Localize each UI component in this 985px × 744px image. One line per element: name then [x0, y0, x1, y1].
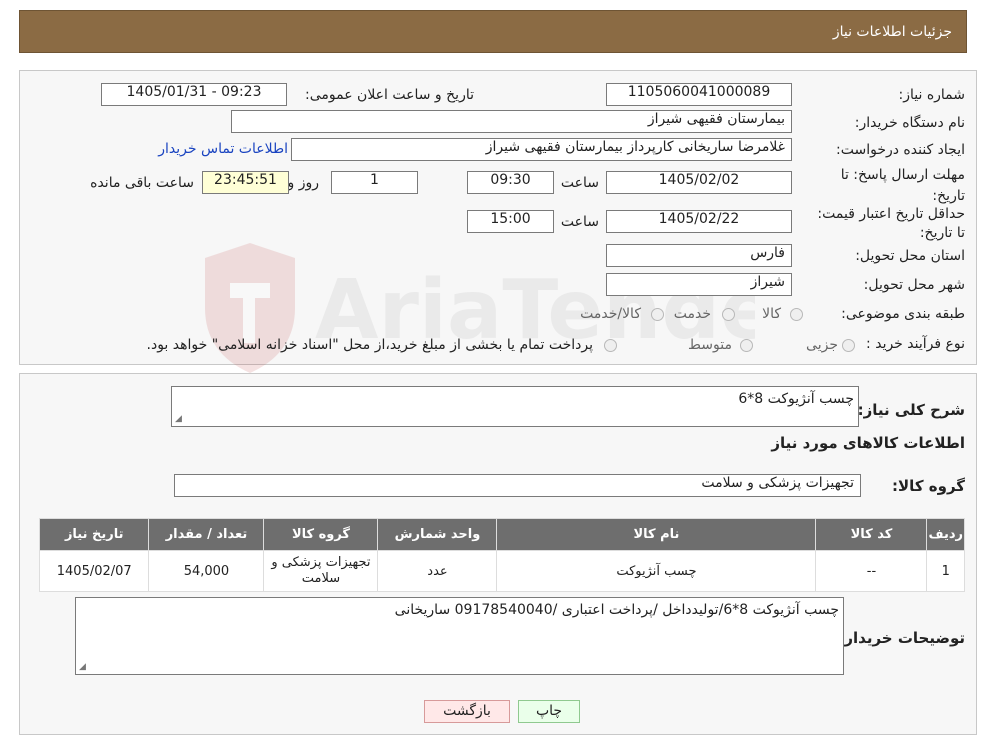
items-table: ردیف کد کالا نام کالا واحد شمارش گروه کا…	[38, 518, 965, 592]
summary-label: شرح کلی نیاز:	[857, 401, 965, 419]
page-header: جزئیات اطلاعات نیاز	[19, 10, 967, 53]
buyer-notes-label: توضیحات خریدار:	[838, 629, 965, 647]
print-button[interactable]: چاپ	[518, 700, 580, 723]
announce-field: 1405/01/31 - 09:23	[101, 83, 287, 106]
cell-code: --	[815, 550, 928, 592]
price-validity-label: حداقل تاریخ اعتبار قیمت: تا تاریخ:	[817, 206, 965, 241]
days-field: 1	[331, 171, 418, 194]
city-field: شیراز	[606, 273, 792, 296]
creator-field: غلامرضا ساریخانی کارپرداز بیمارستان فقیه…	[291, 138, 792, 161]
validity-time-field: 15:00	[467, 210, 554, 233]
cell-name: چسب آنژیوکت	[496, 550, 817, 592]
category-label: طبقه بندی موضوعی:	[841, 306, 965, 322]
cell-unit: عدد	[377, 550, 498, 592]
summary-textarea[interactable]: چسب آنژیوکت 8*6 ◢	[171, 386, 859, 427]
province-label: استان محل تحویل:	[855, 248, 965, 264]
buyer-org-label: نام دستگاه خریدار:	[854, 115, 965, 131]
announce-label: تاریخ و ساعت اعلان عمومی:	[305, 87, 474, 103]
process-type-label: نوع فرآیند خرید :	[866, 336, 965, 352]
category-radio-service[interactable]	[722, 308, 735, 321]
buyer-notes-textarea[interactable]: چسب آنژیوکت 8*6/تولیدداخل /پرداخت اعتبار…	[75, 597, 844, 675]
items-heading: اطلاعات کالاهای مورد نیاز	[771, 434, 965, 452]
category-radio-goods[interactable]	[790, 308, 803, 321]
resize-grip-icon[interactable]: ◢	[79, 662, 86, 672]
reply-deadline-label: مهلت ارسال پاسخ: تا تاریخ:	[840, 167, 965, 204]
remaining-time-field: 23:45:51	[202, 171, 289, 194]
category-radio-goods-service[interactable]	[651, 308, 664, 321]
table-header-row: ردیف کد کالا نام کالا واحد شمارش گروه کا…	[38, 518, 965, 551]
cell-row: 1	[926, 550, 965, 592]
back-button[interactable]: بازگشت	[424, 700, 510, 723]
cell-date: 1405/02/07	[38, 550, 150, 592]
remaining-time-label: ساعت باقی مانده	[90, 175, 194, 191]
city-label: شهر محل تحویل:	[863, 277, 965, 293]
cell-quantity: 54,000	[148, 550, 265, 592]
col-name: نام کالا	[496, 518, 817, 551]
category-option-goods: کالا	[762, 306, 781, 322]
col-code: کد کالا	[815, 518, 928, 551]
process-radio-medium[interactable]	[740, 339, 753, 352]
group-field: تجهیزات پزشکی و سلامت	[174, 474, 861, 497]
need-number-label: شماره نیاز:	[898, 87, 966, 103]
days-label: روز و	[287, 175, 320, 191]
reply-time-field: 09:30	[467, 171, 554, 194]
buyer-org-field: بیمارستان فقیهی شیراز	[231, 110, 792, 133]
table-row: 1 -- چسب آنژیوکت عدد تجهیزات پزشکی و سلا…	[38, 550, 965, 592]
process-radio-minor[interactable]	[842, 339, 855, 352]
process-note: پرداخت تمام یا بخشی از مبلغ خرید،از محل …	[146, 337, 593, 353]
col-row: ردیف	[926, 518, 965, 551]
col-quantity: تعداد / مقدار	[148, 518, 265, 551]
category-option-goods-service: کالا/خدمت	[580, 306, 641, 322]
cell-group: تجهیزات پزشکی و سلامت	[263, 550, 379, 592]
process-radio-treasury[interactable]	[604, 339, 617, 352]
process-option-medium: متوسط	[688, 337, 732, 353]
validity-time-label: ساعت	[560, 214, 599, 230]
col-group: گروه کالا	[263, 518, 379, 551]
summary-text: چسب آنژیوکت 8*6	[738, 391, 854, 407]
process-option-minor: جزیی	[806, 337, 838, 353]
reply-date-field: 1405/02/02	[606, 171, 792, 194]
buyer-notes-text: چسب آنژیوکت 8*6/تولیدداخل /پرداخت اعتبار…	[394, 602, 839, 618]
province-field: فارس	[606, 244, 792, 267]
resize-grip-icon[interactable]: ◢	[175, 414, 182, 424]
reply-time-label: ساعت	[560, 175, 599, 191]
category-option-service: خدمت	[673, 306, 711, 322]
need-number-field: 1105060041000089	[606, 83, 792, 106]
col-date: تاریخ نیاز	[38, 518, 150, 551]
group-label: گروه کالا:	[892, 477, 965, 495]
contact-info-link[interactable]: اطلاعات تماس خریدار	[158, 141, 288, 157]
validity-date-field: 1405/02/22	[606, 210, 792, 233]
col-unit: واحد شمارش	[377, 518, 498, 551]
creator-label: ایجاد کننده درخواست:	[836, 142, 965, 158]
page-title: جزئیات اطلاعات نیاز	[832, 24, 952, 40]
